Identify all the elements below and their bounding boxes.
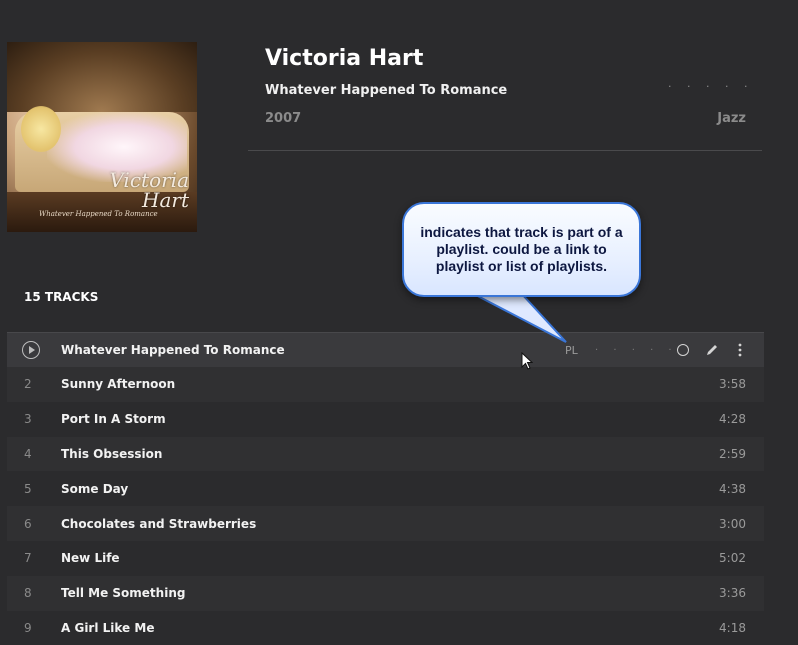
track-row[interactable]: 3 Port In A Storm 4:28	[7, 401, 764, 437]
track-row[interactable]: 7 New Life 5:02	[7, 540, 764, 576]
track-row[interactable]: 9 A Girl Like Me 4:18	[7, 610, 764, 645]
pencil-icon[interactable]	[705, 343, 719, 357]
track-duration: 4:38	[719, 481, 746, 496]
more-vertical-icon[interactable]	[737, 343, 743, 357]
tracks-count: 15 TRACKS	[24, 290, 99, 304]
track-row[interactable]: 2 Sunny Afternoon 3:58	[7, 367, 764, 402]
track-number: 8	[24, 586, 32, 601]
track-duration: 5:02	[719, 551, 746, 566]
play-circle-icon[interactable]	[22, 341, 40, 359]
track-number: 2	[24, 377, 32, 392]
track-number: 6	[24, 516, 32, 531]
cover-artist-script: Victoria Hart	[109, 168, 189, 212]
track-row-active[interactable]: Whatever Happened To Romance PL · · · · …	[7, 332, 764, 367]
track-number: 3	[24, 412, 32, 427]
track-duration: 2:59	[719, 446, 746, 461]
track-title: A Girl Like Me	[61, 620, 155, 635]
callout-text: indicates that track is part of a playli…	[420, 224, 623, 274]
callout-tail	[468, 290, 567, 343]
annotation-callout: indicates that track is part of a playli…	[402, 202, 641, 297]
cover-album-script: Whatever Happened To Romance	[39, 210, 158, 218]
track-duration: 4:28	[719, 412, 746, 427]
track-row[interactable]: 6 Chocolates and Strawberries 3:00	[7, 506, 764, 541]
track-title: Some Day	[61, 481, 129, 496]
track-title: Port In A Storm	[61, 412, 166, 427]
track-number: 9	[24, 620, 32, 635]
track-duration: 3:36	[719, 586, 746, 601]
track-title: Sunny Afternoon	[61, 377, 176, 392]
track-title: Whatever Happened To Romance	[61, 343, 285, 357]
track-row[interactable]: 4 This Obsession 2:59	[7, 436, 764, 472]
track-title: Chocolates and Strawberries	[61, 516, 257, 531]
track-number: 5	[24, 481, 32, 496]
track-title: This Obsession	[61, 446, 163, 461]
track-number: 7	[24, 551, 32, 566]
track-row[interactable]: 8 Tell Me Something 3:36	[7, 575, 764, 611]
artist-name[interactable]: Victoria Hart	[265, 46, 423, 71]
track-title: Tell Me Something	[61, 586, 186, 601]
track-duration: 3:00	[719, 516, 746, 531]
album-genre[interactable]: Jazz	[700, 111, 746, 126]
track-rating-dots[interactable]: · · · · ·	[595, 345, 678, 356]
rating-dots[interactable]: · · · · ·	[668, 80, 753, 93]
track-row[interactable]: 5 Some Day 4:38	[7, 471, 764, 507]
track-duration: 4:18	[719, 620, 746, 635]
album-cover: Victoria Hart Whatever Happened To Roman…	[7, 42, 197, 232]
track-list: Whatever Happened To Romance PL · · · · …	[7, 332, 764, 645]
album-year: 2007	[265, 111, 302, 126]
mouse-cursor-icon	[521, 352, 533, 370]
header-divider	[248, 150, 762, 151]
album-title: Whatever Happened To Romance	[265, 83, 508, 98]
track-duration: 3:58	[719, 377, 746, 392]
track-number: 4	[24, 446, 32, 461]
track-title: New Life	[61, 551, 120, 566]
circle-icon[interactable]	[677, 344, 689, 356]
